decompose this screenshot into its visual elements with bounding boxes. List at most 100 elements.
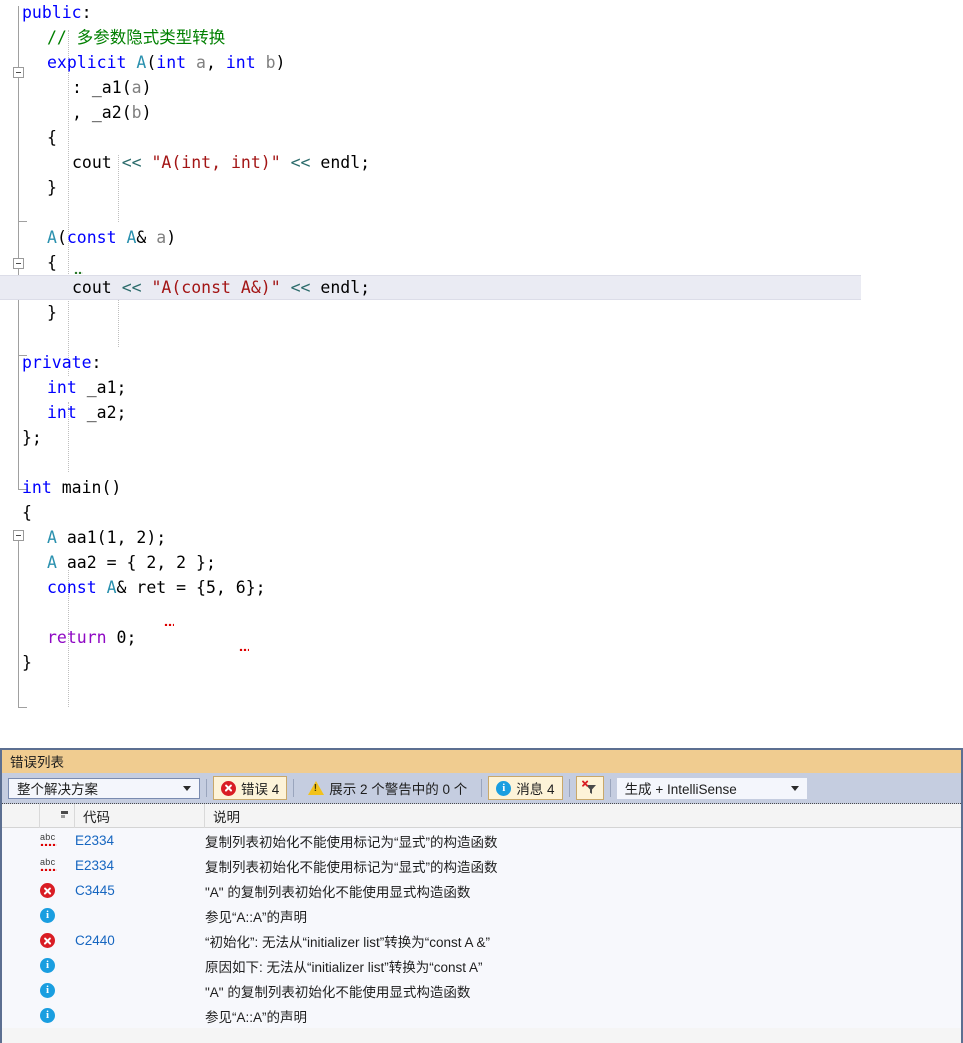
error-list-row[interactable]: abc E2334 复制列表初始化不能使用标记为“显式”的构造函数 <box>2 853 961 878</box>
error-list-row[interactable]: C2440 “初始化”: 无法从“initializer list”转换为“con… <box>2 928 961 953</box>
code-token: 2 <box>136 528 147 547</box>
code-line[interactable] <box>0 450 963 475</box>
code-line[interactable]: { <box>0 125 963 150</box>
scope-dropdown-value: 整个解决方案 <box>17 782 98 797</box>
code-line[interactable]: A aa1(1, 2); <box>0 525 963 550</box>
warnings-filter-button[interactable]: 展示 2 个警告中的 0 个 <box>300 776 476 800</box>
info-icon <box>40 1008 55 1023</box>
code-token: , <box>215 578 236 597</box>
row-description-cell[interactable]: 参见“A::A”的声明 <box>205 906 961 926</box>
column-header-severity[interactable] <box>40 803 75 828</box>
row-description-cell[interactable]: 原因如下: 无法从“initializer list”转换为“const A” <box>205 956 961 976</box>
error-list-row[interactable]: C3445 "A" 的复制列表初始化不能使用显式构造函数 <box>2 878 961 903</box>
row-description-cell[interactable]: 复制列表初始化不能使用标记为“显式”的构造函数 <box>205 831 961 851</box>
errors-filter-button[interactable]: 错误 4 <box>213 776 288 800</box>
code-line[interactable]: cout << "A(int, int)" << endl; <box>0 150 963 175</box>
code-line-text: } <box>22 175 57 200</box>
code-token: aa1( <box>56 528 107 547</box>
row-description-cell[interactable]: 复制列表初始化不能使用标记为“显式”的构造函数 <box>205 856 961 876</box>
error-list-row[interactable]: 参见“A::A”的声明 <box>2 1003 961 1028</box>
clear-filter-button[interactable] <box>575 776 604 800</box>
column-header-code[interactable]: 代码 <box>75 803 205 828</box>
code-line[interactable]: // 多参数隐式类型转换 <box>0 25 963 50</box>
chevron-down-icon <box>183 785 191 791</box>
code-token: a <box>196 53 206 72</box>
scope-dropdown[interactable]: 整个解决方案 <box>8 777 200 799</box>
messages-filter-button[interactable]: 消息 4 <box>488 776 563 800</box>
code-token: ) <box>141 103 152 122</box>
row-severity-cell <box>40 1008 75 1023</box>
code-token: const <box>66 228 117 247</box>
code-line[interactable]: } <box>0 175 963 200</box>
code-line[interactable]: const A& ret = {5, 6}; <box>0 575 963 600</box>
error-list-row[interactable]: "A" 的复制列表初始化不能使用显式构造函数 <box>2 978 961 1003</box>
code-line[interactable]: public: <box>0 0 963 25</box>
toolbar-separator <box>609 779 611 797</box>
error-icon <box>221 780 236 796</box>
code-line[interactable]: explicit A(int a, int b) <box>0 50 963 75</box>
code-line[interactable]: } <box>0 650 963 675</box>
intellisense-error-icon: abc <box>40 857 58 873</box>
code-token: _a2 <box>91 103 122 122</box>
error-list-toolbar[interactable]: 整个解决方案 错误 4 展示 2 个警告中的 0 个 消息 4 <box>2 773 961 804</box>
code-line[interactable]: A aa2 = { 2, 2 }; <box>0 550 963 575</box>
error-list-panel[interactable]: 错误列表 整个解决方案 错误 4 展示 2 个警告中的 0 个 消息 4 <box>0 748 963 1043</box>
row-description-cell[interactable]: 参见“A::A”的声明 <box>205 1006 961 1026</box>
row-description-cell[interactable]: "A" 的复制列表初始化不能使用显式构造函数 <box>205 981 961 1001</box>
error-list-row[interactable]: 原因如下: 无法从“initializer list”转换为“const A” <box>2 953 961 978</box>
build-filter-dropdown[interactable]: 生成 + IntelliSense <box>616 777 807 799</box>
code-line[interactable]: private: <box>0 350 963 375</box>
code-token: ; <box>360 278 371 297</box>
row-code-cell[interactable]: C3445 <box>75 883 205 898</box>
error-list-header-row[interactable]: 代码 说明 <box>2 803 961 828</box>
code-line[interactable] <box>0 325 963 350</box>
error-list-rows[interactable]: abc E2334 复制列表初始化不能使用标记为“显式”的构造函数 abc E2334 复… <box>2 828 961 1028</box>
code-token: cout <box>72 278 112 297</box>
code-line[interactable]: } <box>0 300 963 325</box>
code-line[interactable]: return 0; <box>0 625 963 650</box>
error-list-row[interactable]: abc E2334 复制列表初始化不能使用标记为“显式”的构造函数 <box>2 828 961 853</box>
code-token: b <box>265 53 276 72</box>
code-line[interactable]: int _a1; <box>0 375 963 400</box>
code-line-text: int main() <box>22 475 121 500</box>
row-code-cell[interactable]: C2440 <box>75 933 205 948</box>
row-description-cell[interactable]: "A" 的复制列表初始化不能使用显式构造函数 <box>205 881 961 901</box>
code-line-text: explicit A(int a, int b) <box>22 50 285 75</box>
code-line-text: public: <box>22 0 92 25</box>
code-line[interactable]: , _a2(b) <box>0 100 963 125</box>
column-header-description[interactable]: 说明 <box>205 804 961 828</box>
row-description-cell[interactable]: “初始化”: 无法从“initializer list”转换为“const A … <box>205 931 961 951</box>
code-line[interactable]: { <box>0 250 963 275</box>
code-token: int <box>22 478 52 497</box>
code-token: { <box>47 253 57 272</box>
code-line[interactable] <box>0 200 963 225</box>
code-line[interactable]: cout << "A(const A&)" << endl; <box>0 275 861 300</box>
column-header-selector[interactable] <box>2 803 40 828</box>
code-editor[interactable]: public:// 多参数隐式类型转换 explicit A(int a, int… <box>0 0 963 748</box>
code-line[interactable]: : _a1(a) <box>0 75 963 100</box>
code-token: 6 <box>235 578 246 597</box>
code-line-text: { <box>22 250 57 275</box>
code-line[interactable]: int main() <box>0 475 963 500</box>
code-token: , <box>205 53 226 72</box>
code-token: main() <box>51 478 122 497</box>
code-line[interactable]: int _a2; <box>0 400 963 425</box>
code-line[interactable]: { <box>0 500 963 525</box>
code-line[interactable]: }; <box>0 425 963 450</box>
row-code-cell[interactable]: E2334 <box>75 858 205 873</box>
error-list-row[interactable]: 参见“A::A”的声明 <box>2 903 961 928</box>
code-token: 1 <box>106 528 117 547</box>
row-code-cell[interactable]: E2334 <box>75 833 205 848</box>
code-line[interactable]: A(const A& a) <box>0 225 963 250</box>
code-token: explicit <box>47 53 127 72</box>
code-token: A <box>136 53 147 72</box>
code-token: , <box>72 103 92 122</box>
code-line[interactable] <box>0 600 963 625</box>
code-token: a <box>156 228 167 247</box>
code-token: b <box>131 103 142 122</box>
